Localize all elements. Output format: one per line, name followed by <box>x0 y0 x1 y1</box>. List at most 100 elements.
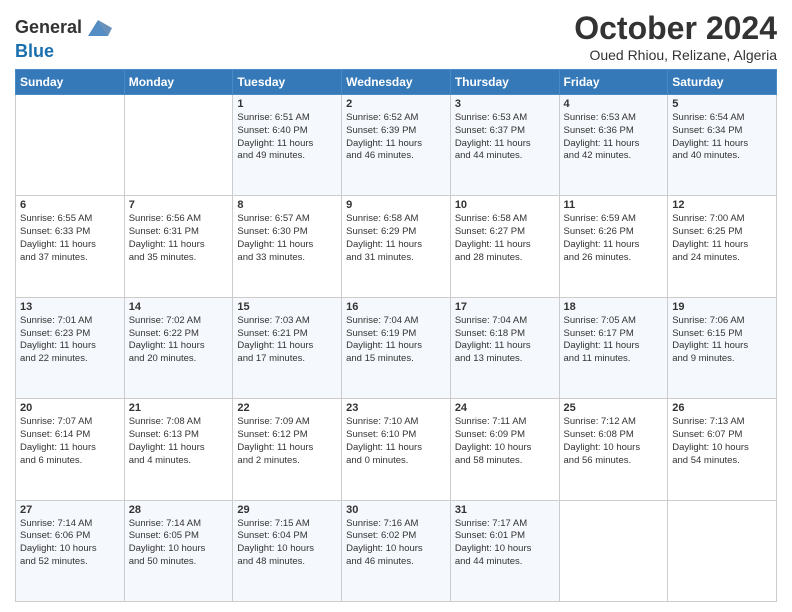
calendar-cell: 20 Sunrise: 7:07 AM Sunset: 6:14 PM Dayli… <box>16 399 125 500</box>
weekday-header-sunday: Sunday <box>16 70 125 95</box>
calendar-cell <box>124 95 233 196</box>
cell-content: Sunrise: 7:09 AM Sunset: 6:12 PM Dayligh… <box>237 416 337 467</box>
week-row-1: 6Sunrise: 6:55 AM Sunset: 6:33 PM Daylig… <box>16 196 777 297</box>
day-number: 2 <box>346 98 446 110</box>
cell-content: Sunrise: 7:04 AM Sunset: 6:18 PM Dayligh… <box>455 315 555 366</box>
calendar-cell: 3 Sunrise: 6:53 AM Sunset: 6:37 PM Daylig… <box>450 95 559 196</box>
calendar-cell: 12 Sunrise: 7:00 AM Sunset: 6:25 PM Dayli… <box>668 196 777 297</box>
day-number: 30 <box>346 504 446 516</box>
day-number: 17 <box>455 301 555 313</box>
header: General Blue October 2024 Oued Rhiou, Re… <box>15 10 777 63</box>
day-number: 11 <box>564 199 664 211</box>
logo-icon <box>84 14 112 42</box>
cell-content: Sunrise: 6:53 AM Sunset: 6:37 PM Dayligh… <box>455 112 555 163</box>
cell-content: Sunrise: 7:05 AM Sunset: 6:17 PM Dayligh… <box>564 315 664 366</box>
calendar-cell <box>16 95 125 196</box>
logo-text-blue: Blue <box>15 41 54 61</box>
weekday-header-wednesday: Wednesday <box>342 70 451 95</box>
weekday-header-tuesday: Tuesday <box>233 70 342 95</box>
week-row-0: 1Sunrise: 6:51 AM Sunset: 6:40 PM Daylig… <box>16 95 777 196</box>
day-number: 14 <box>129 301 229 313</box>
day-number: 22 <box>237 402 337 414</box>
day-number: 3 <box>455 98 555 110</box>
day-number: 9 <box>346 199 446 211</box>
cell-content: Sunrise: 7:16 AM Sunset: 6:02 PM Dayligh… <box>346 518 446 569</box>
calendar-table: SundayMondayTuesdayWednesdayThursdayFrid… <box>15 69 777 602</box>
weekday-header-monday: Monday <box>124 70 233 95</box>
weekday-header-row: SundayMondayTuesdayWednesdayThursdayFrid… <box>16 70 777 95</box>
logo-text-general: General <box>15 18 82 38</box>
cell-content: Sunrise: 6:51 AM Sunset: 6:40 PM Dayligh… <box>237 112 337 163</box>
day-number: 4 <box>564 98 664 110</box>
cell-content: Sunrise: 7:04 AM Sunset: 6:19 PM Dayligh… <box>346 315 446 366</box>
calendar-cell: 18 Sunrise: 7:05 AM Sunset: 6:17 PM Dayli… <box>559 297 668 398</box>
weekday-header-saturday: Saturday <box>668 70 777 95</box>
calendar-cell: 23Sunrise: 7:10 AM Sunset: 6:10 PM Dayli… <box>342 399 451 500</box>
calendar-cell: 27 Sunrise: 7:14 AM Sunset: 6:06 PM Dayli… <box>16 500 125 601</box>
day-number: 26 <box>672 402 772 414</box>
day-number: 10 <box>455 199 555 211</box>
day-number: 31 <box>455 504 555 516</box>
calendar-cell: 26 Sunrise: 7:13 AM Sunset: 6:07 PM Dayli… <box>668 399 777 500</box>
logo: General Blue <box>15 14 112 62</box>
cell-content: Sunrise: 6:56 AM Sunset: 6:31 PM Dayligh… <box>129 213 229 264</box>
cell-content: Sunrise: 7:06 AM Sunset: 6:15 PM Dayligh… <box>672 315 772 366</box>
day-number: 25 <box>564 402 664 414</box>
cell-content: Sunrise: 7:11 AM Sunset: 6:09 PM Dayligh… <box>455 416 555 467</box>
calendar-cell: 16 Sunrise: 7:04 AM Sunset: 6:19 PM Dayli… <box>342 297 451 398</box>
day-number: 6 <box>20 199 120 211</box>
calendar-cell: 30 Sunrise: 7:16 AM Sunset: 6:02 PM Dayli… <box>342 500 451 601</box>
calendar-cell: 14 Sunrise: 7:02 AM Sunset: 6:22 PM Dayli… <box>124 297 233 398</box>
page: General Blue October 2024 Oued Rhiou, Re… <box>0 0 792 612</box>
day-number: 7 <box>129 199 229 211</box>
day-number: 24 <box>455 402 555 414</box>
day-number: 16 <box>346 301 446 313</box>
calendar-cell: 28 Sunrise: 7:14 AM Sunset: 6:05 PM Dayli… <box>124 500 233 601</box>
day-number: 5 <box>672 98 772 110</box>
calendar-cell: 9 Sunrise: 6:58 AM Sunset: 6:29 PM Daylig… <box>342 196 451 297</box>
cell-content: Sunrise: 6:54 AM Sunset: 6:34 PM Dayligh… <box>672 112 772 163</box>
cell-content: Sunrise: 6:58 AM Sunset: 6:27 PM Dayligh… <box>455 213 555 264</box>
calendar-cell: 5 Sunrise: 6:54 AM Sunset: 6:34 PM Daylig… <box>668 95 777 196</box>
calendar-cell: 7 Sunrise: 6:56 AM Sunset: 6:31 PM Daylig… <box>124 196 233 297</box>
day-number: 19 <box>672 301 772 313</box>
day-number: 18 <box>564 301 664 313</box>
week-row-3: 20 Sunrise: 7:07 AM Sunset: 6:14 PM Dayli… <box>16 399 777 500</box>
cell-content: Sunrise: 7:03 AM Sunset: 6:21 PM Dayligh… <box>237 315 337 366</box>
calendar-cell: 31Sunrise: 7:17 AM Sunset: 6:01 PM Dayli… <box>450 500 559 601</box>
cell-content: Sunrise: 7:10 AM Sunset: 6:10 PM Dayligh… <box>346 416 446 467</box>
cell-content: Sunrise: 6:59 AM Sunset: 6:26 PM Dayligh… <box>564 213 664 264</box>
day-number: 20 <box>20 402 120 414</box>
calendar-cell: 6Sunrise: 6:55 AM Sunset: 6:33 PM Daylig… <box>16 196 125 297</box>
cell-content: Sunrise: 6:53 AM Sunset: 6:36 PM Dayligh… <box>564 112 664 163</box>
calendar-cell: 2 Sunrise: 6:52 AM Sunset: 6:39 PM Daylig… <box>342 95 451 196</box>
cell-content: Sunrise: 7:08 AM Sunset: 6:13 PM Dayligh… <box>129 416 229 467</box>
cell-content: Sunrise: 7:14 AM Sunset: 6:05 PM Dayligh… <box>129 518 229 569</box>
day-number: 29 <box>237 504 337 516</box>
calendar-cell: 21 Sunrise: 7:08 AM Sunset: 6:13 PM Dayli… <box>124 399 233 500</box>
calendar-cell: 13Sunrise: 7:01 AM Sunset: 6:23 PM Dayli… <box>16 297 125 398</box>
day-number: 27 <box>20 504 120 516</box>
cell-content: Sunrise: 7:00 AM Sunset: 6:25 PM Dayligh… <box>672 213 772 264</box>
week-row-2: 13Sunrise: 7:01 AM Sunset: 6:23 PM Dayli… <box>16 297 777 398</box>
cell-content: Sunrise: 7:02 AM Sunset: 6:22 PM Dayligh… <box>129 315 229 366</box>
cell-content: Sunrise: 7:07 AM Sunset: 6:14 PM Dayligh… <box>20 416 120 467</box>
calendar-cell: 29Sunrise: 7:15 AM Sunset: 6:04 PM Dayli… <box>233 500 342 601</box>
day-number: 28 <box>129 504 229 516</box>
calendar-cell: 4 Sunrise: 6:53 AM Sunset: 6:36 PM Daylig… <box>559 95 668 196</box>
subtitle: Oued Rhiou, Relizane, Algeria <box>574 47 777 63</box>
weekday-header-friday: Friday <box>559 70 668 95</box>
cell-content: Sunrise: 6:58 AM Sunset: 6:29 PM Dayligh… <box>346 213 446 264</box>
day-number: 21 <box>129 402 229 414</box>
calendar-cell: 11 Sunrise: 6:59 AM Sunset: 6:26 PM Dayli… <box>559 196 668 297</box>
calendar-cell <box>559 500 668 601</box>
day-number: 12 <box>672 199 772 211</box>
calendar-cell <box>668 500 777 601</box>
calendar-cell: 19 Sunrise: 7:06 AM Sunset: 6:15 PM Dayli… <box>668 297 777 398</box>
cell-content: Sunrise: 7:13 AM Sunset: 6:07 PM Dayligh… <box>672 416 772 467</box>
cell-content: Sunrise: 7:14 AM Sunset: 6:06 PM Dayligh… <box>20 518 120 569</box>
cell-content: Sunrise: 6:52 AM Sunset: 6:39 PM Dayligh… <box>346 112 446 163</box>
calendar-cell: 22 Sunrise: 7:09 AM Sunset: 6:12 PM Dayli… <box>233 399 342 500</box>
weekday-header-thursday: Thursday <box>450 70 559 95</box>
main-title: October 2024 <box>574 10 777 47</box>
